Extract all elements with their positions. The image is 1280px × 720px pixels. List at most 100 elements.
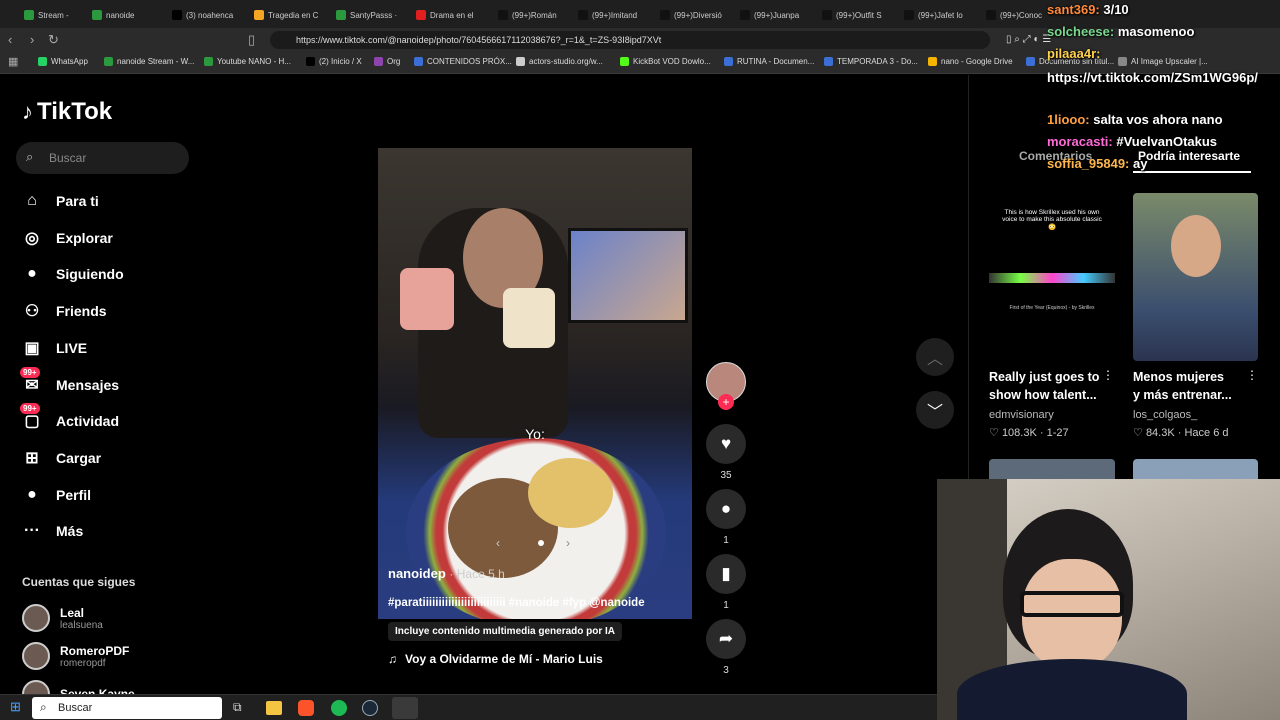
follow-plus-icon[interactable]: + — [718, 394, 734, 410]
nav-item-parati[interactable]: ⌂ Para ti — [22, 189, 99, 213]
apps-grid-icon[interactable]: ▦ — [8, 55, 18, 68]
music-line[interactable]: ♫ Voy a Olvidarme de Mí - Mario Luis — [388, 652, 603, 666]
nav-item-ms[interactable]: ··· Más — [22, 519, 83, 543]
browser-tab[interactable]: Stream - — [24, 4, 96, 26]
chat-username: moracasti: — [1047, 134, 1113, 149]
tab-label: SantyPasss · — [350, 10, 398, 20]
like-count: 35 — [720, 470, 732, 481]
nav-label: Cargar — [56, 449, 102, 466]
nav-item-cargar[interactable]: ⊞ Cargar — [22, 446, 101, 470]
nav-item-perfil[interactable]: ● Perfil — [22, 483, 91, 507]
spotify-icon[interactable] — [331, 700, 347, 716]
tab-label: nanoide — [106, 10, 135, 20]
following-account[interactable]: RomeroPDF romeropdf — [22, 642, 129, 670]
heart-icon: ♥ — [706, 424, 746, 464]
browser-tab[interactable]: (99+)Imitand — [578, 4, 650, 26]
post-media[interactable]: Yo: ‹ › nanoidep · Hace 5 h #paratiiiiii… — [378, 148, 692, 619]
chat-username: solcheese: — [1047, 24, 1115, 39]
nav-item-explorar[interactable]: ◎ Explorar — [22, 226, 113, 250]
browser-tab[interactable]: (99+)Diversió — [660, 4, 732, 26]
activity-icon: ▢ 99+ — [20, 403, 42, 431]
bookmark-icon[interactable]: ▯ — [248, 32, 255, 48]
save-button[interactable]: ▮ 1 — [706, 554, 746, 611]
reload-icon[interactable]: ↻ — [48, 32, 59, 48]
bookmark-label: CONTENIDOS PRÓX... — [427, 57, 512, 66]
search-input[interactable]: ⌕ Buscar — [16, 142, 189, 174]
chat-message: https://vt.tiktok.com/ZSm1WG96p/ — [1047, 67, 1275, 89]
bookmark-item[interactable]: Org — [374, 57, 400, 66]
prev-post-button[interactable]: ︿ — [916, 338, 954, 376]
nav-item-live[interactable]: ▣ LIVE — [22, 336, 87, 360]
file-explorer-icon[interactable] — [266, 701, 282, 715]
more-options-icon[interactable]: ⋮ — [1246, 368, 1258, 382]
browser-tab[interactable]: (99+)Juanpa — [740, 4, 812, 26]
carousel-next-icon[interactable]: › — [566, 536, 570, 550]
forward-icon[interactable]: › — [30, 32, 34, 47]
tiktok-logo[interactable]: ♪ TikTok — [22, 98, 112, 126]
nav-label: Siguiendo — [56, 266, 124, 283]
like-button[interactable]: ♥ 35 — [706, 424, 746, 481]
browser-tab[interactable]: (99+)Román — [498, 4, 570, 26]
creator-avatar-button[interactable]: + — [706, 362, 746, 410]
back-icon[interactable]: ‹ — [8, 32, 12, 47]
tab-label: (99+)Román — [512, 10, 557, 20]
bookmark-item[interactable]: nanoide Stream - W... — [104, 57, 194, 66]
steam-icon[interactable] — [362, 700, 378, 716]
bookmark-item[interactable]: Youtube NANO - H... — [204, 57, 291, 66]
carousel-prev-icon[interactable]: ‹ — [496, 536, 500, 550]
browser-tab[interactable]: nanoide — [92, 4, 164, 26]
browser-tab[interactable]: SantyPasss · — [336, 4, 408, 26]
following-account[interactable]: Leal lealsuena — [22, 604, 103, 632]
browser-tab[interactable]: (99+)Jafet lo — [904, 4, 976, 26]
nav-label: Mensajes — [56, 376, 120, 393]
address-bar[interactable]: https://www.tiktok.com/@nanoidep/photo/7… — [270, 31, 990, 49]
nav-item-siguiendo[interactable]: ● Siguiendo — [22, 262, 124, 286]
taskbar-search-placeholder: Buscar — [58, 702, 93, 714]
post-caption[interactable]: #paratiiiiiiiiiiiiiiiiiiiiiiiiii #nanoid… — [388, 597, 645, 609]
tab-favicon-icon — [904, 10, 914, 20]
search-icon: ⌕ — [40, 700, 47, 714]
bookmark-item[interactable]: CONTENIDOS PRÓX... — [414, 57, 512, 66]
nav-item-friends[interactable]: ⚇ Friends — [22, 299, 107, 323]
bookmark-item[interactable]: nano - Google Drive — [928, 57, 1013, 66]
next-post-button[interactable]: ﹀ — [916, 391, 954, 429]
save-count: 1 — [723, 600, 729, 611]
tab-label: (99+)Jafet lo — [918, 10, 963, 20]
bookmark-item[interactable]: TEMPORADA 3 - Do... — [824, 57, 918, 66]
suggestion-thumb-2[interactable] — [1133, 193, 1258, 361]
tab-suggested[interactable]: Podría interesarte — [1138, 149, 1240, 163]
suggestion-thumb-1[interactable]: This is how Skrillex used his own voice … — [989, 193, 1115, 361]
bookmark-item[interactable]: (2) Inicio / X — [306, 57, 362, 66]
bookmark-item[interactable]: WhatsApp — [38, 57, 88, 66]
suggestion-1-title[interactable]: Really just goes to show how talent... — [989, 368, 1107, 404]
bookmark-item[interactable]: actors-studio.org/w... — [516, 57, 603, 66]
browser-tab[interactable]: Drama en el — [416, 4, 488, 26]
suggestion-2-title[interactable]: Menos mujeres y más entrenar... — [1133, 368, 1233, 404]
browser-tab[interactable]: Tragedia en C — [254, 4, 326, 26]
nav-item-actividad[interactable]: ▢ 99+ Actividad — [20, 403, 120, 433]
ai-content-label: Incluye contenido multimedia generado po… — [388, 622, 623, 641]
more-options-icon[interactable]: ⋮ — [1102, 368, 1114, 382]
browser-menu-icons[interactable]: ▯ ⌕ ⤢ ◐ ☰ — [1006, 34, 1051, 45]
bookmark-item[interactable]: KickBot VOD Dowlo... — [620, 57, 711, 66]
comment-button[interactable]: ● 1 — [706, 489, 746, 546]
browser-tab[interactable]: (3) noahenca — [172, 4, 244, 26]
bookmark-item[interactable]: RUTINA - Documen... — [724, 57, 814, 66]
more-icon: ··· — [24, 522, 40, 540]
nav-label: Actividad — [56, 413, 120, 430]
following-title: Cuentas que sigues — [22, 575, 136, 589]
taskbar-search-input[interactable]: ⌕ Buscar — [32, 697, 222, 719]
post-author[interactable]: nanoidep — [388, 566, 446, 581]
obs-icon[interactable] — [392, 697, 418, 719]
home-icon: ⌂ — [27, 192, 37, 209]
tab-underline — [1133, 171, 1251, 173]
nav-item-mensajes[interactable]: ✉ 99+ Mensajes — [20, 366, 120, 397]
share-button[interactable]: ➦ 3 — [706, 619, 746, 676]
task-view-icon[interactable]: ⧉ — [233, 700, 242, 715]
windows-start-icon[interactable]: ⊞ — [10, 699, 21, 715]
browser-tab[interactable]: (99+)Outfit S — [822, 4, 894, 26]
bookmark-item[interactable]: AI Image Upscaler |... — [1118, 57, 1208, 66]
suggestion-2-author[interactable]: los_colgaos_ — [1133, 409, 1197, 421]
brave-browser-icon[interactable] — [298, 700, 314, 716]
suggestion-1-author[interactable]: edmvisionary — [989, 409, 1054, 421]
